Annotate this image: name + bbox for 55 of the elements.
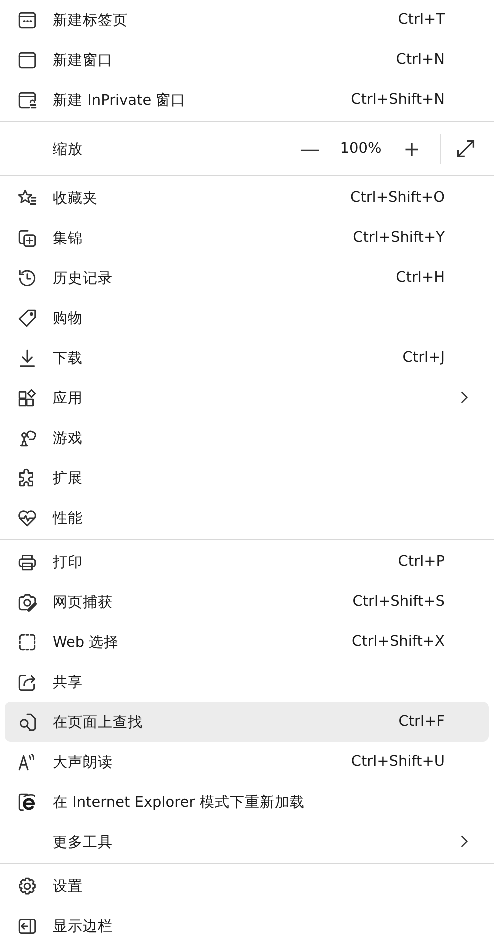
keyboard-shortcut: Ctrl+T — [398, 12, 446, 28]
zoom-level: 100% — [339, 141, 383, 157]
tag-icon — [16, 308, 38, 328]
menu-item-label: 新建标签页 — [53, 12, 128, 30]
menu-item-label: 购物 — [53, 310, 83, 328]
menu-item-label: 性能 — [53, 510, 83, 528]
keyboard-shortcut: Ctrl+F — [398, 714, 446, 730]
private-window-icon — [16, 90, 38, 110]
heart-pulse-icon — [16, 508, 38, 528]
menu-item[interactable]: 在页面上查找 Ctrl+F — [5, 702, 489, 742]
keyboard-shortcut: Ctrl+Shift+S — [352, 594, 446, 610]
menu-item-label: 设置 — [53, 878, 83, 896]
zoom-out-button[interactable]: — — [292, 131, 328, 167]
collections-icon — [16, 228, 38, 248]
menu-item-label: 集锦 — [53, 230, 83, 248]
read-aloud-icon — [16, 752, 38, 772]
keyboard-shortcut: Ctrl+P — [398, 554, 446, 570]
zoom-in-button[interactable]: + — [394, 131, 430, 167]
menu-item-label: 共享 — [53, 674, 83, 692]
menu-item-label: Web 选择 — [53, 634, 120, 652]
menu-item-label: 在 Internet Explorer 模式下重新加载 — [53, 794, 305, 812]
menu-item-label: 更多工具 — [53, 834, 113, 852]
menu-item-label: 历史记录 — [53, 270, 113, 288]
menu-item-label: 在页面上查找 — [53, 714, 143, 732]
menu-item-label: 游戏 — [53, 430, 83, 448]
apps-icon — [16, 388, 38, 408]
fullscreen-icon[interactable] — [455, 138, 477, 160]
keyboard-shortcut: Ctrl+Shift+N — [351, 92, 446, 108]
menu-item-label: 收藏夹 — [53, 190, 98, 208]
settings-icon — [16, 876, 38, 896]
history-icon — [16, 268, 38, 288]
keyboard-shortcut: Ctrl+Shift+X — [352, 634, 446, 650]
menu-item-label: 打印 — [53, 554, 83, 572]
chevron-right-icon — [460, 391, 469, 404]
menu-item-label: 扩展 — [53, 470, 83, 488]
keyboard-shortcut: Ctrl+J — [402, 350, 446, 366]
menu-item-label: 网页捕获 — [53, 594, 113, 612]
keyboard-shortcut: Ctrl+Shift+U — [351, 754, 446, 770]
new-tab-icon — [16, 10, 38, 30]
keyboard-shortcut: Ctrl+H — [396, 270, 446, 286]
menu-item-label: 新建 InPrivate 窗口 — [53, 92, 186, 110]
ie-icon — [16, 792, 38, 812]
menu-item-label: 应用 — [53, 390, 83, 408]
dashed-selection-icon — [16, 632, 38, 652]
menu-item-label: 缩放 — [53, 140, 83, 158]
window-icon — [16, 50, 38, 70]
menu-item-label: 大声朗读 — [53, 754, 113, 772]
menu-item-label: 下载 — [53, 350, 83, 368]
menu-item-label: 新建窗口 — [53, 52, 113, 70]
keyboard-shortcut: Ctrl+N — [396, 52, 446, 68]
keyboard-shortcut: Ctrl+Shift+O — [350, 190, 446, 206]
menu-item-label: 显示边栏 — [53, 918, 113, 936]
keyboard-shortcut: Ctrl+Shift+Y — [353, 230, 446, 246]
chevron-right-icon — [460, 835, 469, 848]
camera-pen-icon — [16, 592, 38, 612]
